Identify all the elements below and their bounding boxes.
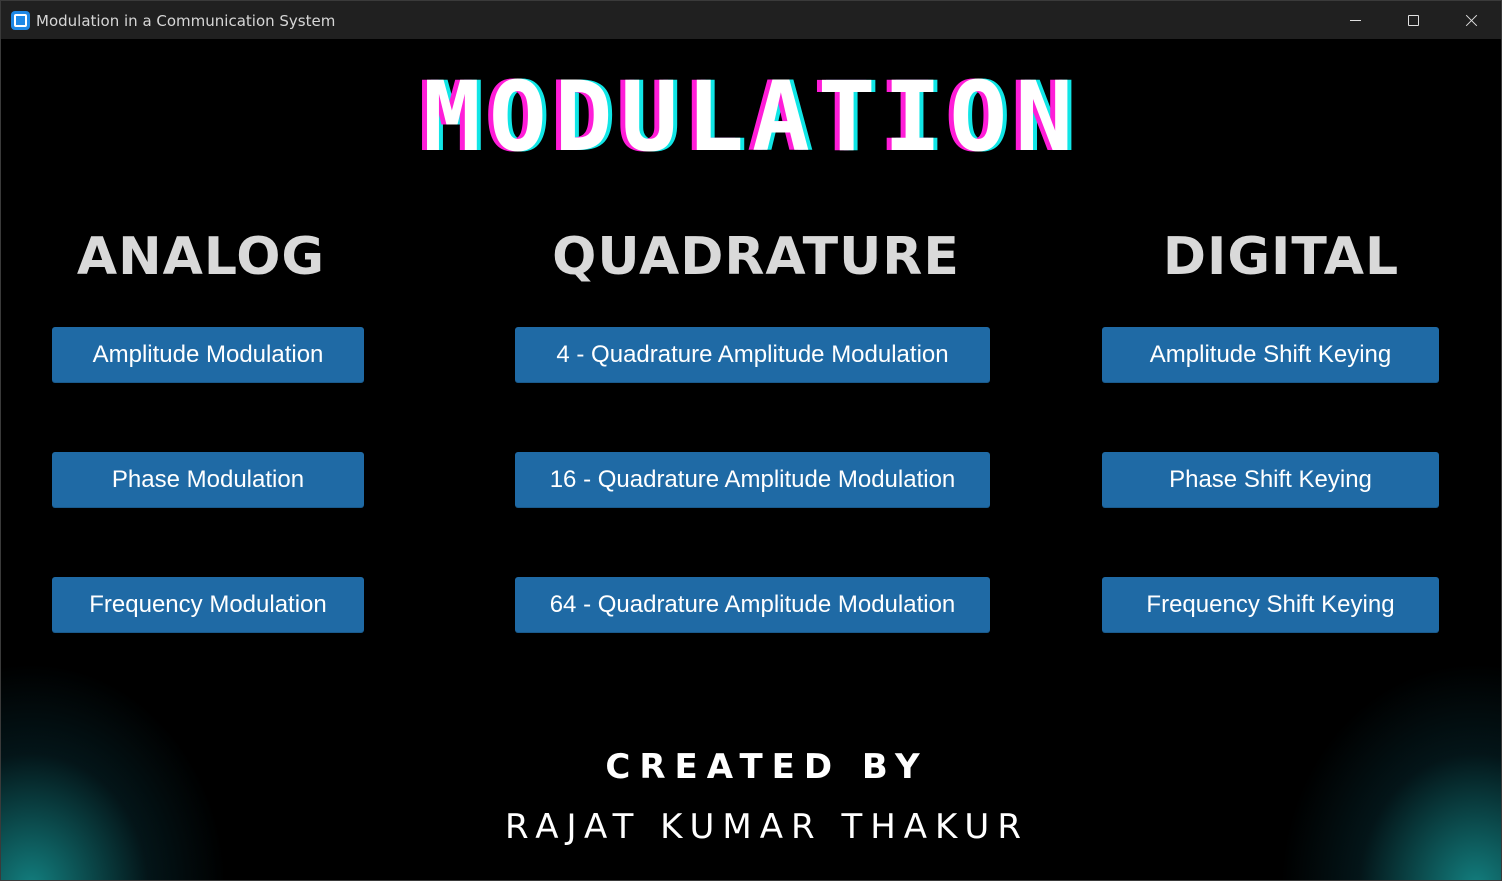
close-button[interactable] — [1442, 1, 1500, 39]
main-content: MODULATION ANALOG QUADRATURE DIGITAL Amp… — [1, 39, 1501, 880]
credits-heading: CREATED BY — [605, 747, 929, 787]
title-bar[interactable]: Modulation in a Communication System — [1, 1, 1501, 39]
analog-heading: ANALOG — [76, 227, 326, 287]
maximize-icon — [1407, 14, 1419, 26]
phase-shift-keying-button[interactable]: Phase Shift Keying — [1102, 452, 1439, 508]
qam-4-button[interactable]: 4 - Quadrature Amplitude Modulation — [515, 327, 990, 383]
app-icon — [11, 11, 30, 30]
qam-64-button[interactable]: 64 - Quadrature Amplitude Modulation — [515, 577, 990, 633]
window-title: Modulation in a Communication System — [36, 12, 336, 30]
minimize-button[interactable] — [1326, 1, 1384, 39]
page-title: MODULATION — [423, 61, 1081, 173]
minimize-icon — [1349, 19, 1361, 21]
frequency-modulation-button[interactable]: Frequency Modulation — [52, 577, 364, 633]
qam-16-button[interactable]: 16 - Quadrature Amplitude Modulation — [515, 452, 990, 508]
quadrature-heading: QUADRATURE — [552, 227, 960, 287]
author-name: RAJAT KUMAR THAKUR — [505, 807, 1029, 847]
app-window: Modulation in a Communication System MOD… — [0, 0, 1502, 881]
frequency-shift-keying-button[interactable]: Frequency Shift Keying — [1102, 577, 1439, 633]
phase-modulation-button[interactable]: Phase Modulation — [52, 452, 364, 508]
amplitude-modulation-button[interactable]: Amplitude Modulation — [52, 327, 364, 383]
maximize-button[interactable] — [1384, 1, 1442, 39]
amplitude-shift-keying-button[interactable]: Amplitude Shift Keying — [1102, 327, 1439, 383]
close-icon — [1465, 14, 1478, 27]
digital-heading: DIGITAL — [1162, 227, 1400, 287]
